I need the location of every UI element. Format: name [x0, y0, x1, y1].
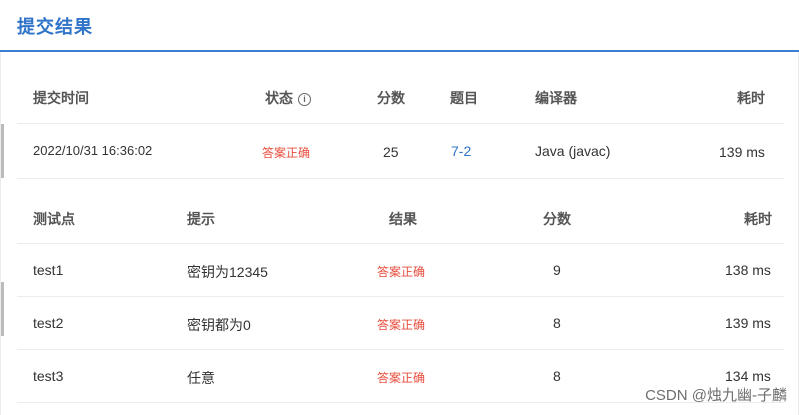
col-result: 结果 — [389, 211, 417, 227]
divider — [17, 178, 784, 179]
test-hint: 任意 — [187, 370, 215, 386]
divider — [17, 243, 784, 244]
col-compiler: 编译器 — [535, 90, 577, 106]
left-edge-marker — [1, 282, 4, 336]
test-elapsed: 139 ms — [725, 315, 771, 331]
divider — [17, 123, 784, 124]
col-submit-time: 提交时间 — [33, 90, 89, 106]
status-badge: 答案正确 — [377, 318, 426, 332]
elapsed-value: 139 ms — [719, 144, 765, 160]
test-hint: 密钥为12345 — [187, 264, 268, 280]
test-score: 8 — [553, 315, 561, 331]
col-hint: 提示 — [187, 211, 215, 227]
col-test-score: 分数 — [543, 211, 571, 227]
status-badge: 答案正确 — [377, 265, 426, 279]
divider — [17, 296, 784, 297]
problem-link[interactable]: 7-2 — [451, 143, 471, 159]
test-score: 9 — [553, 262, 561, 278]
info-icon[interactable]: i — [298, 93, 311, 106]
test-point: test3 — [33, 368, 64, 384]
test-hint: 密钥都为0 — [187, 317, 251, 333]
col-problem: 题目 — [450, 90, 478, 106]
panel-header: 提交结果 — [0, 0, 799, 52]
status-badge: 答案正确 — [262, 146, 311, 160]
test-score: 8 — [553, 368, 561, 384]
test-elapsed: 134 ms — [725, 368, 771, 384]
col-score: 分数 — [377, 90, 405, 106]
test-point: test2 — [33, 315, 64, 331]
submit-time: 2022/10/31 16:36:02 — [33, 143, 153, 158]
status-badge: 答案正确 — [377, 371, 426, 385]
left-edge-marker — [1, 124, 4, 178]
watermark: CSDN @烛九幽-子麟 — [645, 387, 787, 404]
col-status: 状态 i — [265, 88, 311, 108]
divider — [17, 349, 784, 350]
col-status-label: 状态 — [265, 90, 293, 106]
col-elapsed: 耗时 — [737, 90, 765, 106]
col-test-elapsed: 耗时 — [744, 211, 772, 227]
score-value: 25 — [383, 144, 399, 160]
col-test-point: 测试点 — [33, 211, 75, 227]
compiler-value: Java (javac) — [535, 143, 611, 159]
test-elapsed: 138 ms — [725, 262, 771, 278]
test-point: test1 — [33, 262, 64, 278]
panel-title: 提交结果 — [17, 17, 93, 37]
